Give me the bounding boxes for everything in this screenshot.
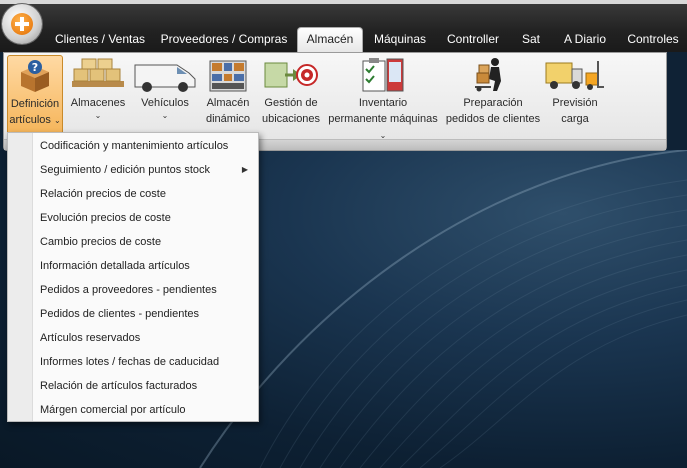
chevron-down-icon: ⌄ <box>53 116 61 125</box>
question-box-icon: ? <box>21 60 49 92</box>
pallet-boxes-icon <box>72 58 124 87</box>
menu-item-label: Relación de artículos facturados <box>40 380 198 392</box>
menu-item-articulos-facturados[interactable]: Relación de artículos facturados <box>40 375 254 397</box>
warehouse-shelves-icon <box>209 60 247 92</box>
checklist-icon <box>362 58 404 92</box>
tab-controller[interactable]: Controller <box>441 28 505 50</box>
tab-clientes-ventas[interactable]: Clientes / Ventas <box>50 28 150 50</box>
menu-item-pedidos-clientes[interactable]: Pedidos de clientes - pendientes <box>40 303 254 325</box>
prevision-label-2: carga <box>561 113 589 125</box>
svg-text:?: ? <box>32 61 38 74</box>
menu-item-label: Relación precios de coste <box>40 188 166 200</box>
tab-almacen[interactable]: Almacén <box>297 27 363 53</box>
definicion-label-2: artículos <box>9 114 51 126</box>
menu-item-seguimiento[interactable]: Seguimiento / edición puntos stock ▶ <box>40 159 254 181</box>
preparacion-pedidos-button[interactable]: Preparación pedidos de clientes <box>445 55 541 135</box>
tab-sat[interactable]: Sat <box>515 28 547 50</box>
menu-item-articulos-reservados[interactable]: Artículos reservados <box>40 327 254 349</box>
menu-item-label: Pedidos de clientes - pendientes <box>40 308 199 320</box>
definicion-articulos-menu: Codificación y mantenimiento artículos S… <box>7 132 259 422</box>
menu-item-label: Pedidos a proveedores - pendientes <box>40 284 217 296</box>
almacen-dinamico-label-2: dinámico <box>205 113 251 125</box>
definicion-label-1: Definición <box>10 98 60 110</box>
menu-item-label: Márgen comercial por artículo <box>40 404 186 416</box>
tab-maquinas[interactable]: Máquinas <box>368 28 432 50</box>
menu-item-label: Artículos reservados <box>40 332 141 344</box>
prevision-label-1: Previsión <box>552 97 598 109</box>
menu-item-label: Información detallada artículos <box>40 260 190 272</box>
chevron-down-icon: ⌄ <box>161 111 169 120</box>
menu-item-label: Seguimiento / edición puntos stock <box>40 164 210 176</box>
truck-forklift-icon <box>545 61 604 90</box>
menu-item-relacion-precios[interactable]: Relación precios de coste <box>40 183 254 205</box>
almacenes-label: Almacenes <box>70 97 126 109</box>
menu-item-cambio-precios[interactable]: Cambio precios de coste <box>40 231 254 253</box>
preparacion-label-2: pedidos de clientes <box>445 113 541 125</box>
menu-item-label: Informes lotes / fechas de caducidad <box>40 356 220 368</box>
chevron-down-icon: ⌄ <box>94 111 102 120</box>
menu-gutter <box>8 133 33 421</box>
vehiculos-label: Vehículos <box>141 97 189 109</box>
submenu-arrow-icon: ▶ <box>241 165 248 174</box>
inventario-permanente-maquinas-button[interactable]: Inventario permanente máquinas ⌄ <box>324 55 442 140</box>
van-icon <box>134 64 196 92</box>
vehiculos-button[interactable]: Vehículos ⌄ <box>132 55 198 135</box>
preparacion-label-1: Preparación <box>463 97 523 109</box>
top-strip <box>0 0 687 4</box>
hand-truck-icon <box>475 58 501 92</box>
app-logo-button[interactable] <box>2 4 42 44</box>
gestion-label-2: ubicaciones <box>261 113 321 125</box>
definicion-articulos-button[interactable]: ? Definición artículos ⌄ <box>7 55 63 137</box>
tab-controles[interactable]: Controles <box>622 28 684 50</box>
menu-item-codificacion[interactable]: Codificación y mantenimiento artículos <box>40 135 254 157</box>
menu-item-pedidos-proveedores[interactable]: Pedidos a proveedores - pendientes <box>40 279 254 301</box>
menu-item-informes-lotes[interactable]: Informes lotes / fechas de caducidad <box>40 351 254 373</box>
tab-proveedores-compras[interactable]: Proveedores / Compras <box>158 28 290 50</box>
menu-item-label: Evolución precios de coste <box>40 212 171 224</box>
almacen-dinamico-label-1: Almacén <box>206 97 250 109</box>
menu-item-label: Cambio precios de coste <box>40 236 162 248</box>
inventario-label-2: permanente máquinas <box>328 113 438 125</box>
almacen-dinamico-button[interactable]: Almacén dinámico <box>200 55 256 135</box>
gestion-label-1: Gestión de <box>264 97 318 109</box>
plus-logo-icon <box>11 13 33 35</box>
prevision-carga-button[interactable]: Previsión carga <box>544 55 606 135</box>
menu-item-label: Codificación y mantenimiento artículos <box>40 140 229 152</box>
almacenes-button[interactable]: Almacenes ⌄ <box>65 55 131 135</box>
menu-item-margen-comercial[interactable]: Márgen comercial por artículo <box>40 399 254 421</box>
tab-a-diario[interactable]: A Diario <box>557 28 613 50</box>
main-tab-bar: Clientes / Ventas Proveedores / Compras … <box>0 0 687 53</box>
target-location-icon <box>264 62 318 88</box>
inventario-label-1: Inventario <box>358 97 408 109</box>
gestion-ubicaciones-button[interactable]: Gestión de ubicaciones <box>260 55 322 135</box>
menu-item-informacion-detallada[interactable]: Información detallada artículos <box>40 255 254 277</box>
menu-item-evolucion-precios[interactable]: Evolución precios de coste <box>40 207 254 229</box>
